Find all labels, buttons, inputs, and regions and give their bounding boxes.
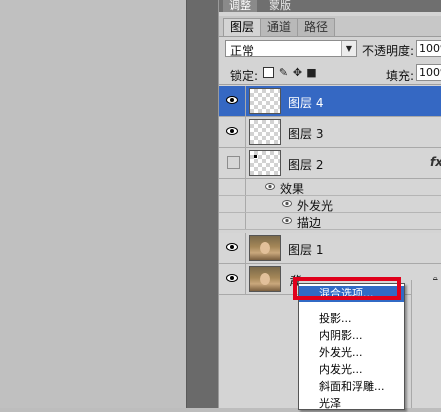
effect-stroke-label: 描边 (297, 216, 322, 230)
document-canvas-area (0, 0, 186, 408)
layer-name: 图层 1 (288, 243, 324, 257)
menu-item-outer-glow[interactable]: 外发光... (299, 345, 404, 361)
fill-field[interactable]: 100% (416, 64, 441, 81)
context-menu: 混合选项... 投影... 内阴影... 外发光... 内发光... 斜面和浮雕… (298, 283, 405, 410)
layer-thumbnail (249, 88, 281, 114)
eye-icon[interactable] (265, 183, 275, 190)
visibility-toggle[interactable] (219, 148, 246, 178)
layer-name: 图层 2 (288, 158, 324, 172)
hidden-eye-icon (227, 156, 240, 169)
lock-move-icon[interactable]: ✥ (292, 67, 303, 78)
menu-item-drop-shadow[interactable]: 投影... (299, 311, 404, 327)
eye-icon[interactable] (282, 200, 292, 207)
eye-icon (226, 127, 238, 135)
lock-row: 锁定: ✎ ✥ ■ 填充: 100% (219, 62, 441, 85)
eye-icon (226, 96, 238, 104)
layer-thumbnail (249, 119, 281, 145)
layer-name: 图层 3 (288, 127, 324, 141)
tab-adjustments[interactable]: 调整 (223, 0, 257, 12)
visibility-toggle[interactable] (219, 264, 246, 294)
effect-outer-glow-label: 外发光 (297, 199, 334, 213)
layer-thumbnail (249, 266, 281, 292)
panel-separator (186, 0, 219, 408)
tab-channels[interactable]: 通道 (260, 18, 299, 36)
lock-all-icon[interactable]: ■ (306, 67, 317, 78)
tab-masks[interactable]: 蒙版 (263, 0, 297, 12)
layer-thumbnail (249, 235, 281, 261)
layer-row[interactable]: 图层 3 (219, 117, 441, 148)
fx-icon[interactable]: fx (430, 155, 441, 169)
layer-name: 图层 4 (288, 96, 324, 110)
adjustments-tab-strip: 调整 蒙版 (219, 0, 441, 12)
visibility-toggle[interactable] (219, 233, 246, 263)
lock-brush-icon[interactable]: ✎ (278, 67, 289, 78)
layer-thumbnail (249, 150, 281, 176)
eye-icon[interactable] (282, 217, 292, 224)
tab-layers[interactable]: 图层 (223, 18, 262, 36)
panel-tabs: 图层 通道 路径 (219, 16, 441, 37)
menu-item-inner-glow[interactable]: 内发光... (299, 362, 404, 378)
lock-label: 锁定: (230, 69, 259, 83)
lock-transparency-icon[interactable] (263, 67, 274, 78)
effect-item[interactable]: 描边 (219, 213, 441, 230)
layer-row[interactable]: 图层 1 (219, 233, 441, 264)
blend-mode-select[interactable]: 正常 ▼ (225, 40, 357, 58)
blend-row: 正常 ▼ 不透明度: 100% (219, 38, 441, 60)
visibility-toggle[interactable] (219, 117, 246, 147)
opacity-field[interactable]: 100% (416, 40, 441, 57)
chevron-down-icon[interactable]: ▼ (341, 41, 356, 56)
layer-row[interactable]: 图层 4 (219, 86, 441, 117)
scrollbar[interactable] (411, 280, 441, 408)
tab-paths[interactable]: 路径 (297, 18, 336, 36)
opacity-label: 不透明度: (362, 44, 415, 58)
blend-mode-value: 正常 (230, 44, 255, 58)
annotation-highlight (293, 277, 401, 300)
eye-icon (226, 243, 238, 251)
eye-icon (226, 274, 238, 282)
visibility-toggle[interactable] (219, 86, 246, 116)
effects-label: 效果 (280, 182, 305, 196)
menu-item-bevel-emboss[interactable]: 斜面和浮雕... (299, 379, 404, 395)
menu-item-inner-shadow[interactable]: 内阴影... (299, 328, 404, 344)
effect-item[interactable]: 外发光 (219, 196, 441, 213)
effects-row[interactable]: 效果 (219, 179, 441, 196)
fill-label: 填充: (386, 69, 415, 83)
layer-row[interactable]: 图层 2 fx (219, 148, 441, 179)
menu-item-satin[interactable]: 光泽 (299, 396, 404, 412)
